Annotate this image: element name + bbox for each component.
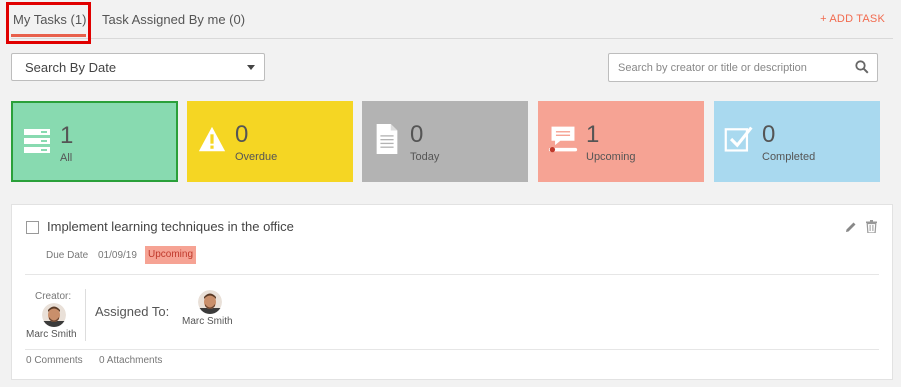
task-title[interactable]: Implement learning techniques in the off… xyxy=(47,219,294,234)
due-date-value: 01/09/19 xyxy=(98,250,137,261)
divider xyxy=(85,289,86,341)
search-box xyxy=(608,53,878,82)
stat-label: Upcoming xyxy=(586,151,636,163)
stat-card-all[interactable]: 1 All xyxy=(11,101,178,182)
pencil-icon[interactable] xyxy=(845,221,857,233)
creator-name: Marc Smith xyxy=(26,329,77,340)
stat-label: Completed xyxy=(762,151,816,163)
divider xyxy=(25,274,879,275)
list-icon xyxy=(24,129,50,153)
search-input[interactable] xyxy=(618,59,848,77)
avatar xyxy=(198,290,222,314)
assignee-name: Marc Smith xyxy=(182,316,233,327)
stat-card-today[interactable]: 0 Today xyxy=(362,101,528,182)
stat-card-overdue[interactable]: 0 Overdue xyxy=(187,101,353,182)
stat-card-upcoming[interactable]: 1 Upcoming xyxy=(538,101,704,182)
stat-label: Overdue xyxy=(235,151,278,163)
status-badge: Upcoming xyxy=(145,246,197,264)
stat-count: 0 xyxy=(410,121,424,148)
chat-upcoming-icon xyxy=(548,126,578,153)
add-task-button[interactable]: + ADD TASK xyxy=(820,13,885,25)
divider xyxy=(25,349,879,350)
stat-count: 1 xyxy=(586,121,600,148)
chevron-down-icon xyxy=(247,65,255,70)
stat-label: Today xyxy=(410,151,440,163)
stat-card-completed[interactable]: 0 Completed xyxy=(714,101,880,182)
search-icon[interactable] xyxy=(855,60,869,74)
search-by-date-select[interactable]: Search By Date xyxy=(11,53,265,81)
creator-label: Creator: xyxy=(35,291,72,302)
trash-icon[interactable] xyxy=(866,220,877,233)
checkbox-icon xyxy=(724,126,753,152)
assigned-to-label: Assigned To: xyxy=(95,304,170,319)
warning-icon xyxy=(198,126,226,152)
stat-label: All xyxy=(60,152,73,164)
document-icon xyxy=(376,123,398,155)
stat-count: 1 xyxy=(60,122,74,149)
comments-link[interactable]: 0 Comments xyxy=(26,355,83,366)
attachments-link[interactable]: 0 Attachments xyxy=(99,355,162,366)
task-checkbox[interactable] xyxy=(26,221,39,234)
highlight-box xyxy=(6,2,91,44)
stat-count: 0 xyxy=(762,121,776,148)
due-date-label: Due Date xyxy=(46,250,89,261)
tab-task-assigned-by-me[interactable]: Task Assigned By me (0) xyxy=(102,12,245,27)
avatar xyxy=(42,303,66,327)
date-select-value: Search By Date xyxy=(25,60,117,75)
stat-count: 0 xyxy=(235,121,249,148)
task-card: Implement learning techniques in the off… xyxy=(11,204,893,380)
tabs-bar: My Tasks (1) Task Assigned By me (0) + A… xyxy=(11,0,893,39)
